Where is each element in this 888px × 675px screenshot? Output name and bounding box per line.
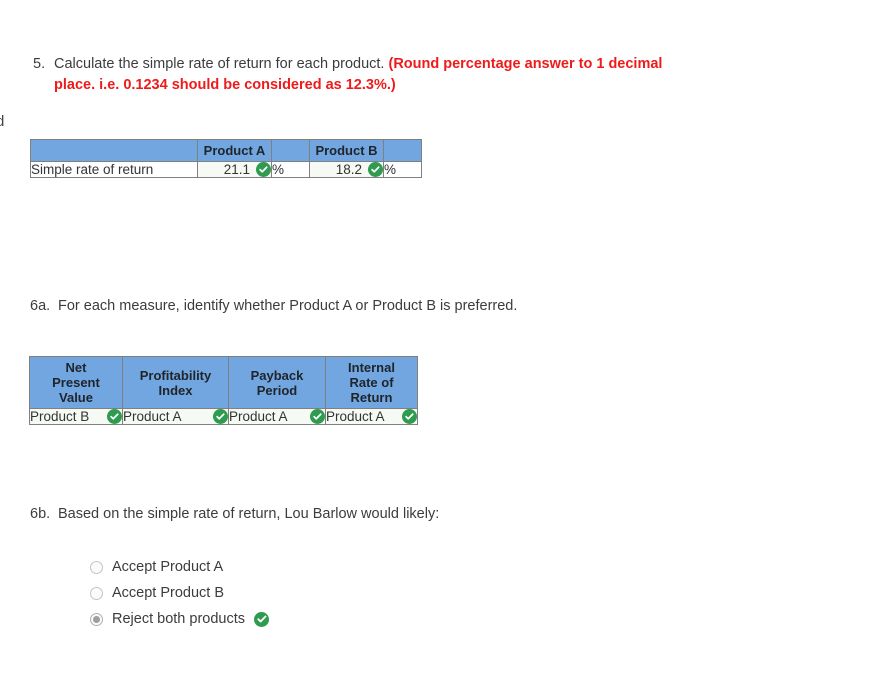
header-line: Payback [250,367,304,383]
radio-label: Reject both products [112,611,245,627]
question-6b-number: 6b. [30,506,51,522]
table-row: Product B Product A Product A Product A [29,408,418,425]
header-line: Return [350,390,393,405]
answer-value-net-present-value: Product B [30,409,90,424]
radio-label: Accept Product A [112,559,224,575]
answer-value-internal-rate-of-return: Product A [326,409,385,424]
question-6a-number: 6a. [30,298,51,314]
table-header-product-a-unit-spacer [271,139,310,162]
radio-button-icon-selected[interactable] [90,612,103,626]
header-line: Value [59,390,93,405]
correct-check-icon [310,409,325,424]
unit-cell-product-a: % [271,161,310,178]
answer-cell-payback-period[interactable]: Product A [228,408,326,425]
table-header-product-b-unit-spacer [383,139,422,162]
answer-cell-product-b[interactable]: 18.2 [309,161,384,178]
question-6b: 6b. Based on the simple rate of return, L… [30,504,439,525]
radio-option-reject-both-products[interactable]: Reject both products [90,606,269,632]
header-line: Rate of [349,375,394,390]
table-header-internal-rate-of-return: Internal Rate of Return [325,356,418,409]
question-6b-text: Based on the simple rate of return, Lou … [58,506,440,522]
correct-check-icon [107,409,122,424]
header-line: Net [65,360,87,375]
radio-button-icon[interactable] [90,560,103,574]
answer-cell-net-present-value[interactable]: Product B [29,408,123,425]
radio-option-accept-product-b[interactable]: Accept Product B [90,580,269,606]
question-5: 5. Calculate the simple rate of return fo… [33,54,673,96]
answer-cell-product-a[interactable]: 21.1 [197,161,272,178]
table-header-payback-period: Payback Period [228,356,326,409]
answer-cell-profitability-index[interactable]: Product A [122,408,229,425]
answer-choice-group: Accept Product A Accept Product B Reject… [90,554,269,632]
question-5-number: 5. [33,56,46,72]
table-header-product-b: Product B [309,139,384,162]
header-line: Present [52,375,100,390]
header-line: Internal [348,360,395,375]
table-header-net-present-value: Net Present Value [29,356,123,409]
answer-value-profitability-index: Product A [123,409,182,424]
answer-value-payback-period: Product A [229,409,288,424]
question-6a-text: For each measure, identify whether Produ… [58,298,518,314]
answer-cell-internal-rate-of-return[interactable]: Product A [325,408,418,425]
table-header-product-a: Product A [197,139,272,162]
table-header-blank [30,139,198,162]
answer-value-product-b: 18.2 [335,162,362,177]
simple-rate-of-return-table: Product A Product B Simple rate of retur… [30,139,422,178]
table-header-profitability-index: Profitability Index [122,356,229,409]
question-6a: 6a. For each measure, identify whether Pr… [30,296,517,317]
radio-button-icon[interactable] [90,586,103,600]
radio-option-accept-product-a[interactable]: Accept Product A [90,554,269,580]
radio-label: Accept Product B [112,585,225,601]
preferred-measure-table: Net Present Value Profitability Index Pa… [29,356,418,425]
clipped-edge-text: d [0,113,5,130]
header-line: Period [256,382,298,398]
unit-cell-product-b: % [383,161,422,178]
table-header-row: Product A Product B [30,139,422,162]
table-header-row: Net Present Value Profitability Index Pa… [29,356,418,409]
correct-check-icon [402,409,417,424]
question-5-text: Calculate the simple rate of return for … [54,56,389,72]
answer-value-product-a: 21.1 [223,162,250,177]
row-label-simple-rate-of-return: Simple rate of return [30,161,198,178]
correct-check-icon [254,611,269,627]
correct-check-icon [213,409,228,424]
header-line: Profitability [139,367,212,383]
header-line: Index [158,382,193,398]
correct-check-icon [368,162,383,177]
correct-check-icon [256,162,271,177]
table-row: Simple rate of return 21.1 % 18.2 % [30,161,422,178]
